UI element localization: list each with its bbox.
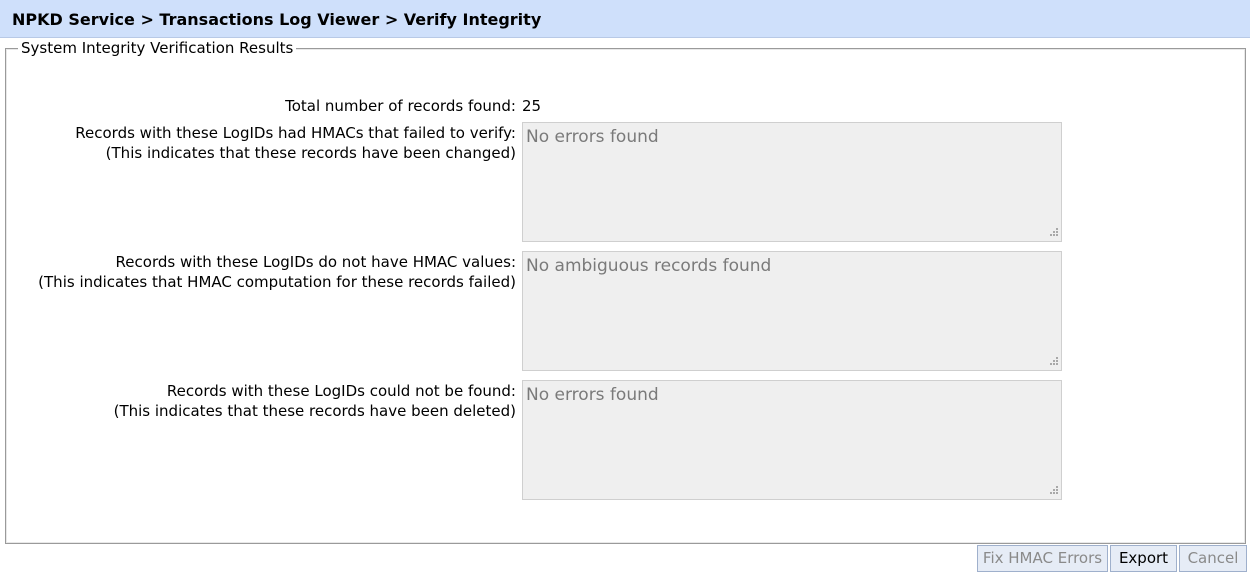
not-found-text: No errors found: [526, 385, 659, 405]
not-found-label-line2: (This indicates that these records have …: [113, 402, 516, 420]
missing-hmac-label: Records with these LogIDs do not have HM…: [38, 252, 516, 292]
resize-grip-icon[interactable]: [1048, 486, 1058, 496]
breadcrumb: NPKD Service > Transactions Log Viewer >…: [12, 10, 542, 29]
failed-hmac-label-line2: (This indicates that these records have …: [105, 144, 516, 162]
resize-grip-icon[interactable]: [1048, 228, 1058, 238]
failed-hmac-label-line1: Records with these LogIDs had HMACs that…: [75, 124, 516, 142]
panel-legend: System Integrity Verification Results: [18, 39, 297, 57]
not-found-label: Records with these LogIDs could not be f…: [114, 381, 516, 421]
failed-hmac-textarea[interactable]: No errors found: [522, 122, 1062, 242]
cancel-button[interactable]: Cancel: [1179, 545, 1247, 572]
fix-hmac-errors-button[interactable]: Fix HMAC Errors: [977, 545, 1108, 572]
failed-hmac-label: Records with these LogIDs had HMACs that…: [75, 123, 516, 163]
export-button[interactable]: Export: [1110, 545, 1177, 572]
not-found-label-line1: Records with these LogIDs could not be f…: [166, 382, 516, 400]
missing-hmac-textarea[interactable]: No ambiguous records found: [522, 251, 1062, 371]
missing-hmac-text: No ambiguous records found: [526, 256, 772, 276]
missing-hmac-label-line1: Records with these LogIDs do not have HM…: [115, 253, 516, 271]
resize-grip-icon[interactable]: [1048, 357, 1058, 367]
total-records-label: Total number of records found:: [285, 97, 516, 115]
missing-hmac-label-line2: (This indicates that HMAC computation fo…: [38, 273, 516, 291]
failed-hmac-text: No errors found: [526, 127, 659, 147]
title-bar: NPKD Service > Transactions Log Viewer >…: [0, 0, 1250, 38]
total-records-value: 25: [522, 97, 542, 115]
not-found-textarea[interactable]: No errors found: [522, 380, 1062, 500]
